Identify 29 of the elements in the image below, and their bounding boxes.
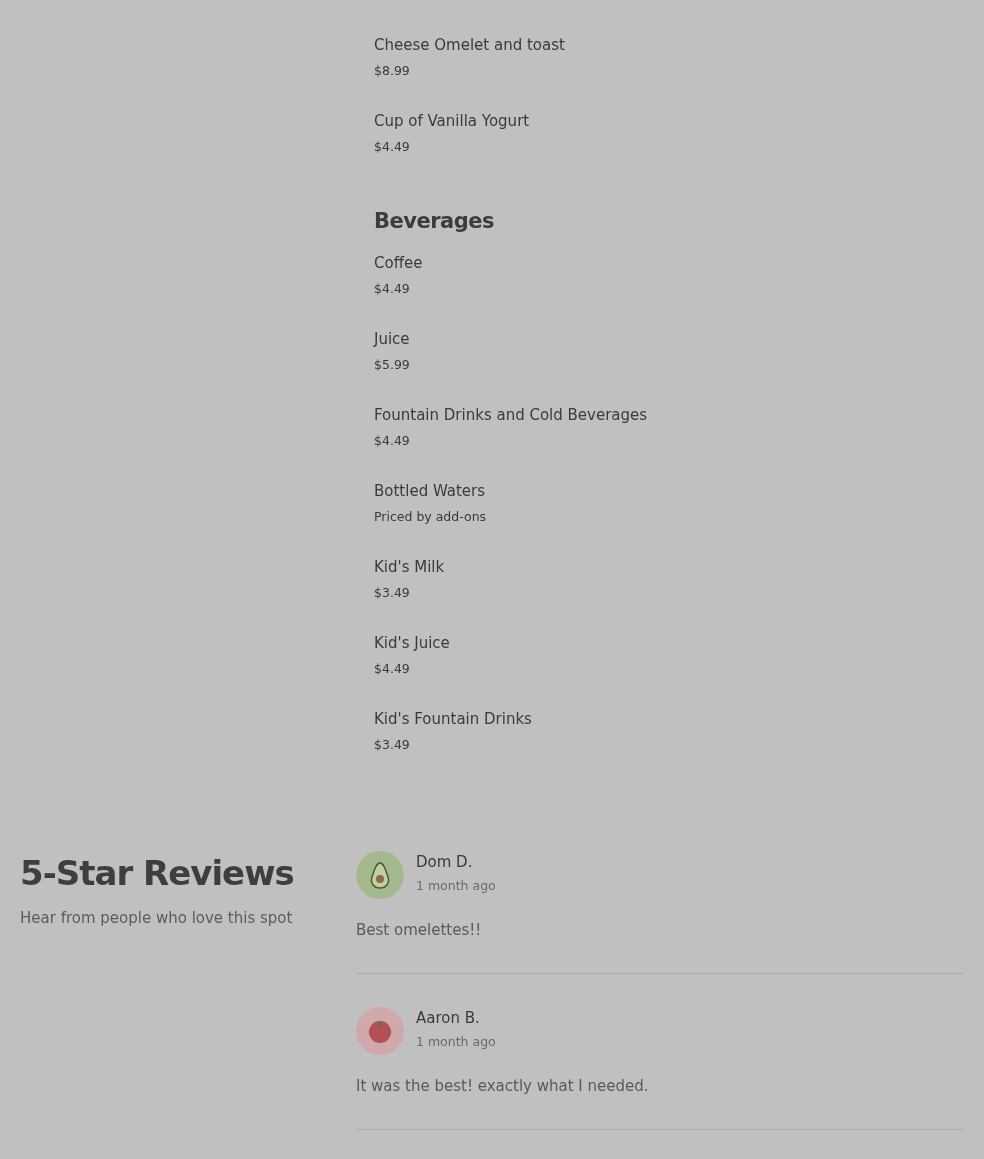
- menu-item-price: $4.49: [374, 660, 410, 678]
- menu-item-price: Priced by add-ons: [374, 508, 487, 526]
- avocado-avatar-icon: [356, 851, 404, 899]
- menu-item-price: $4.49: [374, 432, 410, 450]
- menu-item-price: $5.99: [374, 356, 410, 374]
- menu-item-price: $8.99: [374, 62, 410, 80]
- menu-item-name[interactable]: Cup of Vanilla Yogurt: [374, 109, 530, 133]
- menu-item-name[interactable]: Cheese Omelet and toast: [374, 33, 565, 57]
- reviews-heading: 5-Star Reviews: [20, 852, 294, 895]
- tomato-avatar-icon: [356, 1007, 404, 1055]
- section-heading: Beverages: [374, 208, 495, 235]
- menu-item-name[interactable]: Juice: [374, 327, 410, 351]
- review-author: Aaron B.: [416, 1008, 480, 1029]
- menu-item-name[interactable]: Kid's Milk: [374, 555, 445, 579]
- review-author: Dom D.: [416, 852, 473, 873]
- review-text: Best omelettes!!: [356, 920, 482, 941]
- menu-item-name[interactable]: Fountain Drinks and Cold Beverages: [374, 403, 648, 427]
- review-text: It was the best! exactly what I needed.: [356, 1076, 649, 1097]
- review-time: 1 month ago: [416, 877, 496, 895]
- menu-item-name[interactable]: Kid's Fountain Drinks: [374, 707, 532, 731]
- menu-item-name[interactable]: Bottled Waters: [374, 479, 486, 503]
- menu-item-name[interactable]: Coffee: [374, 251, 423, 275]
- reviews-subtitle: Hear from people who love this spot: [20, 908, 293, 929]
- menu-item-price: $4.49: [374, 138, 410, 156]
- menu-item-name[interactable]: Kid's Juice: [374, 631, 450, 655]
- menu-item-price: $3.49: [374, 736, 410, 754]
- menu-item-price: $4.49: [374, 280, 410, 298]
- review-time: 1 month ago: [416, 1033, 496, 1051]
- menu-item-price: $3.49: [374, 584, 410, 602]
